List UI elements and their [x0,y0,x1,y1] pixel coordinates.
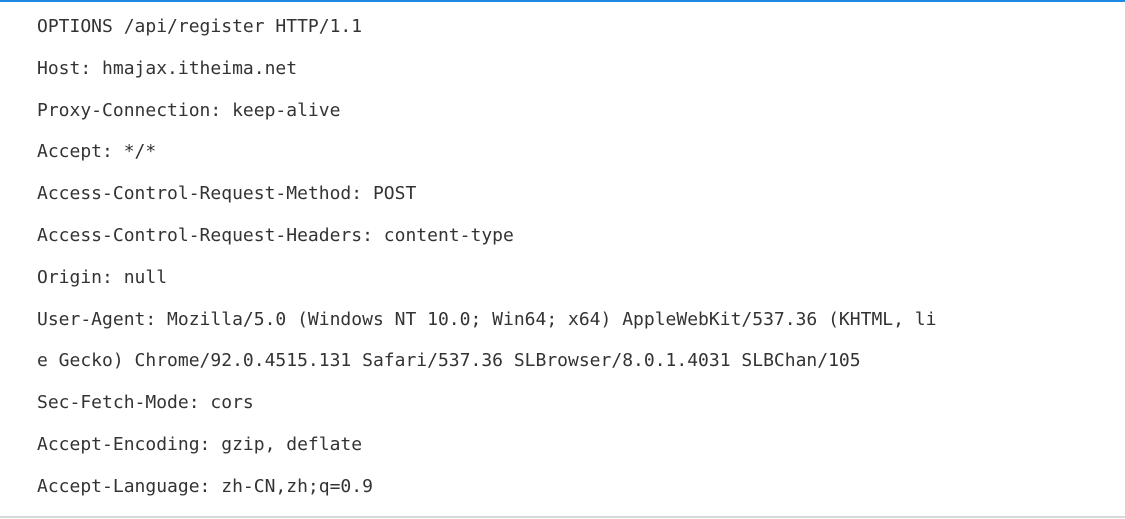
header-user-agent: User-Agent: Mozilla/5.0 (Windows NT 10.0… [37,308,937,330]
header-accept-encoding: Accept-Encoding: gzip, deflate [37,433,363,455]
header-accept: Accept: */* [37,141,157,163]
header-access-control-request-method: Access-Control-Request-Method: POST [37,183,417,205]
header-accept-language: Accept-Language: zh-CN,zh;q=0.9 [37,475,373,497]
header-sec-fetch-mode: Sec-Fetch-Mode: cors [37,392,254,414]
header-origin: Origin: null [37,266,168,288]
top-border [0,0,1125,2]
header-user-agent-continued: e Gecko) Chrome/92.0.4515.131 Safari/537… [37,350,861,372]
request-line: OPTIONS /api/register HTTP/1.1 [37,16,363,37]
bottom-border [0,516,1125,518]
header-host: Host: hmajax.itheima.net [37,57,298,79]
http-request-code-block: OPTIONS /api/register HTTP/1.1 Host: hma… [37,11,1125,513]
header-proxy-connection: Proxy-Connection: keep-alive [37,99,341,121]
header-access-control-request-headers: Access-Control-Request-Headers: content-… [37,224,514,246]
